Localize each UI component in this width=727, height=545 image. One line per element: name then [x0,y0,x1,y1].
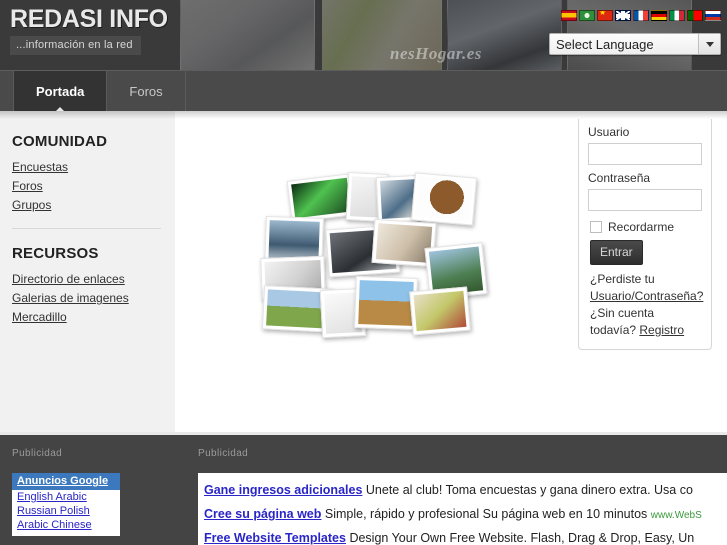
nav-left-spacer [0,71,14,111]
tab-portada-label: Portada [36,83,85,99]
login-submit-button[interactable]: Entrar [590,240,643,265]
sidebar-item-mercadillo[interactable]: Mercadillo [12,310,163,324]
sidebar-item-galerias-de-imagenes[interactable]: Galerias de imagenes [12,291,163,305]
banner-watermark: nesHogar.es [390,44,482,63]
site-title: REDASI INFO [10,5,168,33]
ad-link-arabic-chinese[interactable]: Arabic Chinese [12,518,120,532]
flag-portugal-icon[interactable] [687,10,703,21]
footer-ad-column-left: Publicidad Anuncios Google English Arabi… [0,435,190,545]
ad-title-link[interactable]: Gane ingresos adicionales [204,483,362,497]
google-ads-header[interactable]: Anuncios Google [12,473,120,490]
ad-title-link[interactable]: Free Website Templates [204,531,346,545]
forgot-credentials-prefix: ¿Perdiste tu [590,272,655,286]
language-flag-bar[interactable] [561,10,721,21]
forgot-credentials-note: ¿Perdiste tu Usuario/Contraseña? [590,271,703,305]
sidebar-top-shadow [0,111,175,119]
google-ads-box: Anuncios Google English Arabic Russian P… [12,473,120,536]
flag-italy-icon[interactable] [669,10,685,21]
flag-spain-icon[interactable] [561,10,577,21]
sidebar-heading-recursos: RECURSOS [12,245,99,262]
footer-ads-area: Publicidad Anuncios Google English Arabi… [0,432,727,545]
photo-collage-graphic [255,171,488,346]
password-input[interactable] [588,189,702,211]
ad-row: Gane ingresos adicionales Unete al club!… [204,479,727,503]
ad-description: Design Your Own Free Website. Flash, Dra… [349,531,695,545]
header-branding: REDASI INFO ...información en la red [0,0,180,70]
remember-me-checkbox[interactable] [590,221,602,233]
ad-link-english-arabic[interactable]: English Arabic [12,490,120,504]
main-content: Usuario Contraseña Recordarme Entrar ¿Pe… [175,111,727,432]
remember-me-label: Recordarme [608,220,675,234]
flag-russia-icon[interactable] [705,10,721,21]
ad-description: Simple, rápido y profesional Su página w… [324,507,651,521]
username-input[interactable] [588,143,702,165]
login-panel: Usuario Contraseña Recordarme Entrar ¿Pe… [578,116,712,350]
footer-ad-column-right: Publicidad Gane ingresos adicionales Une… [190,435,727,545]
adsense-banner: Gane ingresos adicionales Unete al club!… [198,473,727,545]
flag-france-icon[interactable] [633,10,649,21]
forgot-credentials-link[interactable]: Usuario/Contraseña? [590,289,703,303]
ad-link-russian-polish[interactable]: Russian Polish [12,504,120,518]
ad-caption-left: Publicidad [12,448,63,459]
page-body: COMUNIDAD Encuestas Foros Grupos RECURSO… [0,111,727,432]
main-navigation: Portada Foros [0,70,727,112]
register-note: ¿Sin cuenta todavía? Registro [590,305,702,339]
left-sidebar: COMUNIDAD Encuestas Foros Grupos RECURSO… [0,111,175,432]
flag-united-kingdom-icon[interactable] [615,10,631,21]
flag-germany-icon[interactable] [651,10,667,21]
flag-esperanto-icon[interactable] [579,10,595,21]
ad-url: www.WebS [650,510,702,521]
sidebar-item-foros[interactable]: Foros [12,179,163,193]
language-select-value: Select Language [556,36,654,52]
banner-image-1 [180,0,315,70]
ad-row: Free Website Templates Design Your Own F… [204,527,727,545]
sidebar-divider [12,228,161,229]
site-tagline: ...información en la red [10,36,141,55]
register-link[interactable]: Registro [639,323,684,337]
nav-filler [186,71,727,111]
tab-portada[interactable]: Portada [14,71,108,112]
password-label: Contraseña [588,171,651,185]
sidebar-item-encuestas[interactable]: Encuestas [12,160,163,174]
sidebar-heading-comunidad: COMUNIDAD [12,133,108,150]
chevron-down-icon[interactable] [698,34,720,54]
remember-me-row[interactable]: Recordarme [590,220,702,234]
ad-row: Cree su página web Simple, rápido y prof… [204,503,727,527]
page-root: nesHogar.es REDASI INFO ...información e… [0,0,727,545]
site-header: nesHogar.es REDASI INFO ...información e… [0,0,727,70]
sidebar-item-directorio-de-enlaces[interactable]: Directorio de enlaces [12,272,163,286]
tab-foros[interactable]: Foros [107,71,186,111]
ad-description: Unete al club! Toma encuestas y gana din… [365,483,693,497]
username-label: Usuario [588,125,630,139]
flag-china-icon[interactable] [597,10,613,21]
sidebar-item-grupos[interactable]: Grupos [12,198,163,212]
ad-caption-right: Publicidad [198,448,249,459]
tab-foros-label: Foros [129,83,163,99]
ad-title-link[interactable]: Cree su página web [204,507,321,521]
language-select[interactable]: Select Language [549,33,721,55]
